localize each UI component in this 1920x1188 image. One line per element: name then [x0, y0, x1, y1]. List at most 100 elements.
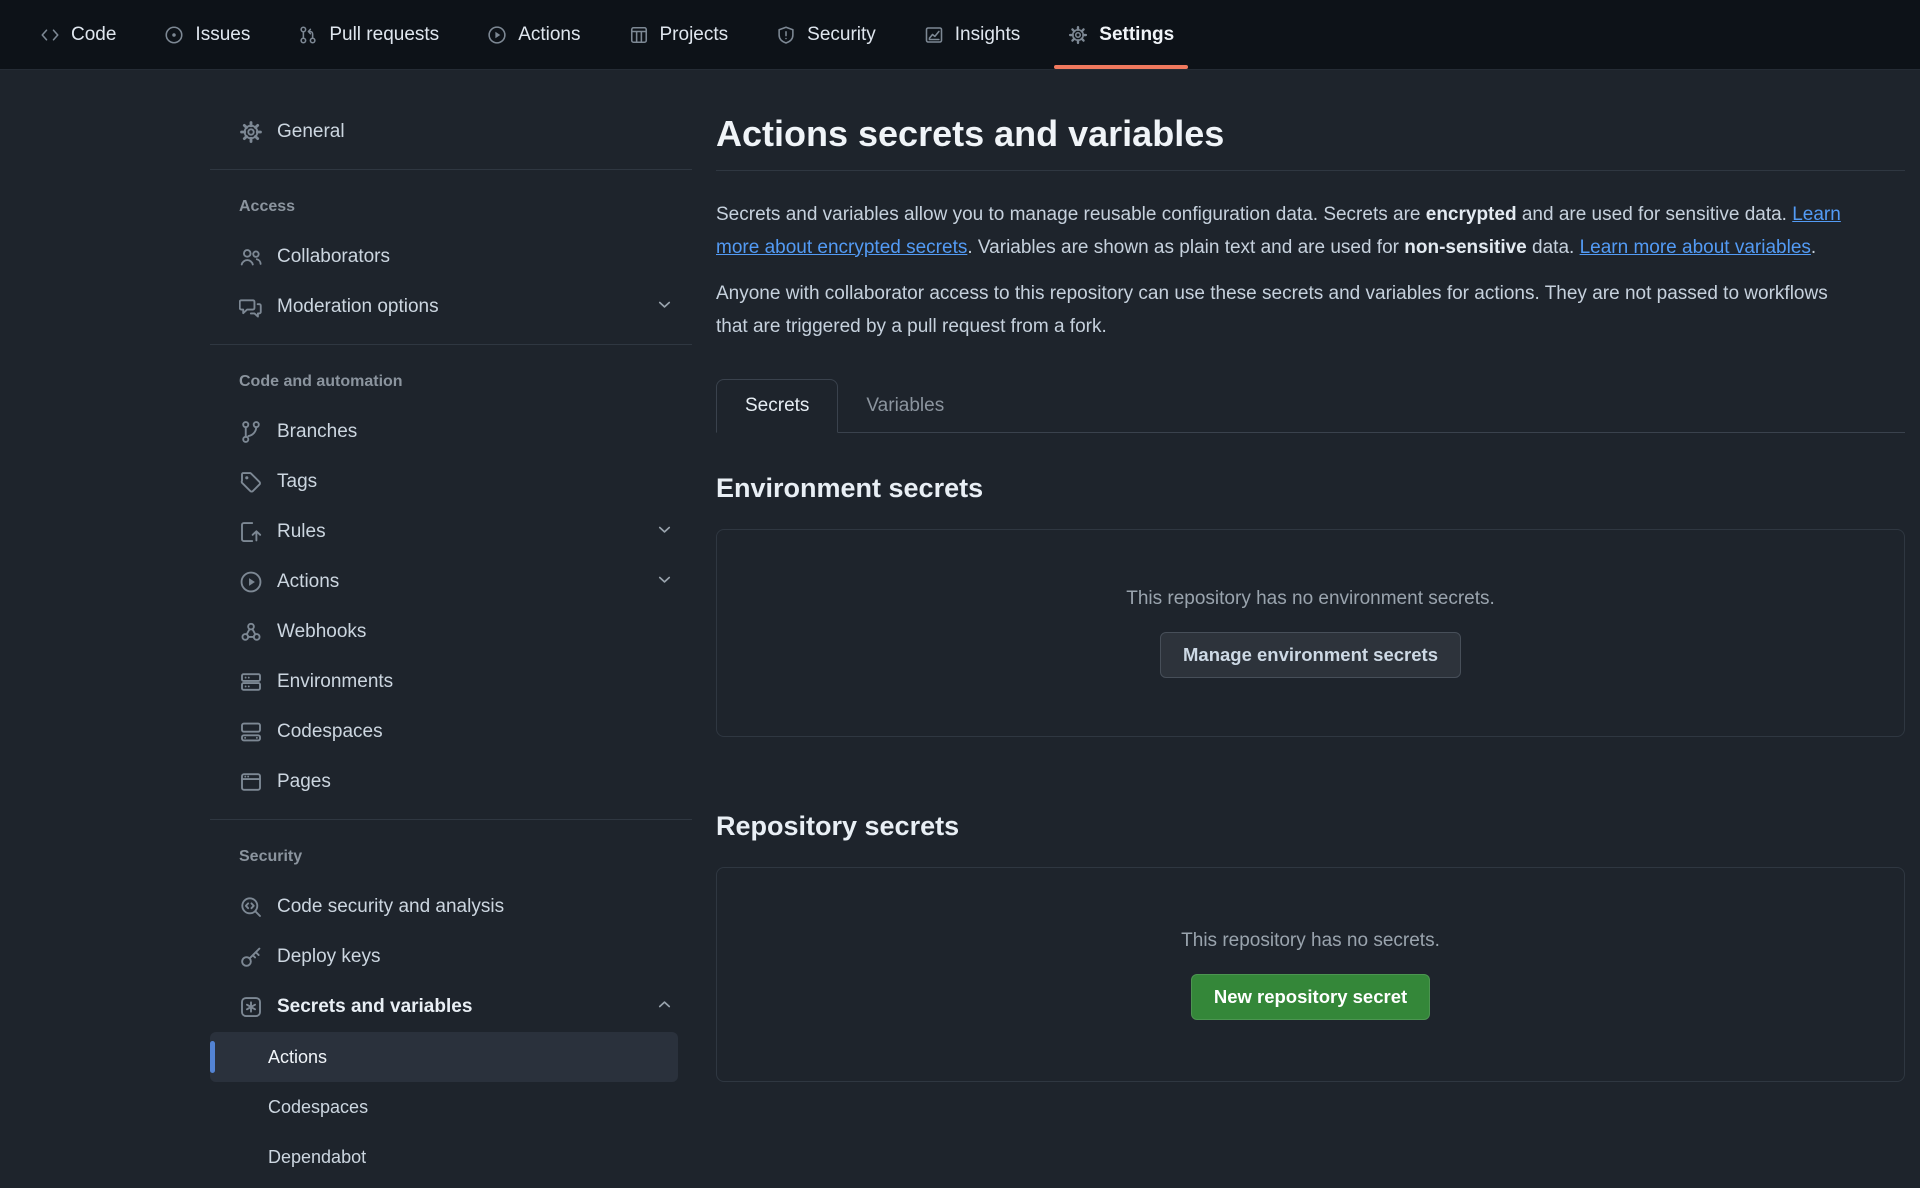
nav-item-label: Actions — [518, 24, 580, 46]
issue-opened-icon — [164, 25, 184, 45]
play-icon — [487, 25, 507, 45]
shield-icon — [776, 25, 796, 45]
sidebar-item-label: Codespaces — [277, 721, 692, 743]
new-repository-secret-button[interactable]: New repository secret — [1191, 974, 1430, 1020]
sidebar-subitem-label: Dependabot — [268, 1147, 366, 1168]
sidebar-item-general[interactable]: General — [210, 107, 692, 157]
sidebar-item-collaborators[interactable]: Collaborators — [210, 232, 692, 282]
sidebar-item-deploy-keys[interactable]: Deploy keys — [210, 932, 692, 982]
nav-item-insights[interactable]: Insights — [924, 0, 1020, 69]
settings-active-underline — [1054, 65, 1188, 69]
sidebar-item-codespaces[interactable]: Codespaces — [210, 707, 692, 757]
tag-icon — [239, 470, 263, 494]
environment-secrets-heading: Environment secrets — [716, 473, 1905, 503]
repo-top-navigation: Code Issues Pull requests Actions Projects Se… — [0, 0, 1920, 70]
graph-icon — [924, 25, 944, 45]
intro-text: Secrets and variables allow you to manag… — [716, 204, 1426, 225]
main-content: Actions secrets and variables Secrets an… — [716, 70, 1905, 1188]
gear-icon — [1068, 25, 1088, 45]
sidebar-item-pages[interactable]: Pages — [210, 757, 692, 807]
inline-link-learn-more-about-variables[interactable]: Learn more about variables — [1580, 237, 1811, 258]
repository-secrets-empty-text: This repository has no secrets. — [1181, 930, 1440, 952]
nav-item-pull-requests[interactable]: Pull requests — [298, 0, 439, 69]
tab-secrets[interactable]: Secrets — [716, 379, 838, 433]
intro-text: and are used for sensitive data. — [1517, 204, 1793, 225]
fork-note-paragraph: Anyone with collaborator access to this … — [716, 278, 1841, 343]
nav-item-label: Issues — [195, 24, 250, 46]
intro-text: . — [1811, 237, 1816, 258]
secrets-box-icon — [239, 995, 263, 1019]
sidebar-divider — [210, 344, 692, 345]
sidebar-item-label: Deploy keys — [277, 946, 692, 968]
nav-item-label: Pull requests — [329, 24, 439, 46]
bold-text: non-sensitive — [1404, 237, 1526, 258]
git-branch-icon — [239, 420, 263, 444]
browser-icon — [239, 770, 263, 794]
intro-text: data. — [1527, 237, 1580, 258]
chevron-down-icon — [655, 570, 674, 595]
sidebar-item-label: Collaborators — [277, 246, 692, 268]
environment-secrets-empty-text: This repository has no environment secre… — [1126, 588, 1495, 610]
gear-icon — [239, 120, 263, 144]
nav-item-label: Code — [71, 24, 116, 46]
active-item-indicator — [210, 1041, 215, 1073]
settings-page: General Access Collaborators Moderation opt… — [0, 70, 1920, 1188]
intro-paragraph: Secrets and variables allow you to manag… — [716, 199, 1841, 264]
sidebar-section-label-code-and-automation: Code and automation — [210, 357, 692, 407]
sidebar-item-label: Code security and analysis — [277, 896, 692, 918]
sidebar-item-actions[interactable]: Actions — [210, 557, 692, 607]
sidebar-item-secrets-and-variables[interactable]: Secrets and variables — [210, 982, 692, 1032]
rules-icon — [239, 520, 263, 544]
sidebar-item-label: Branches — [277, 421, 692, 443]
sidebar-item-label: Secrets and variables — [277, 996, 692, 1018]
sidebar-divider — [210, 819, 692, 820]
sidebar-section-label-security: Security — [210, 832, 692, 882]
sidebar-item-label: Actions — [277, 571, 692, 593]
sidebar-subitem-dependabot[interactable]: Dependabot — [210, 1132, 678, 1182]
sidebar-item-label: Moderation options — [277, 296, 692, 318]
environment-secrets-box: This repository has no environment secre… — [716, 529, 1905, 737]
chevron-down-icon — [655, 520, 674, 545]
comment-discussion-icon — [239, 295, 263, 319]
nav-item-label: Insights — [955, 24, 1020, 46]
intro-text: . Variables are shown as plain text and … — [967, 237, 1404, 258]
nav-item-label: Security — [807, 24, 876, 46]
tab-variables[interactable]: Variables — [838, 380, 972, 432]
nav-item-settings[interactable]: Settings — [1068, 0, 1174, 69]
sidebar-item-rules[interactable]: Rules — [210, 507, 692, 557]
secrets-variables-tabnav: Secrets Variables — [716, 379, 1905, 433]
sidebar-divider — [210, 169, 692, 170]
page-title: Actions secrets and variables — [716, 114, 1905, 171]
sidebar-item-code-security-and-analysis[interactable]: Code security and analysis — [210, 882, 692, 932]
nav-item-security[interactable]: Security — [776, 0, 876, 69]
nav-item-actions[interactable]: Actions — [487, 0, 580, 69]
sidebar-item-moderation-options[interactable]: Moderation options — [210, 282, 692, 332]
sidebar-item-branches[interactable]: Branches — [210, 407, 692, 457]
server-icon — [239, 670, 263, 694]
codescan-icon — [239, 895, 263, 919]
codespaces-icon — [239, 720, 263, 744]
nav-item-projects[interactable]: Projects — [629, 0, 729, 69]
sidebar-subitem-actions[interactable]: Actions — [210, 1032, 678, 1082]
sidebar-item-environments[interactable]: Environments — [210, 657, 692, 707]
sidebar-item-webhooks[interactable]: Webhooks — [210, 607, 692, 657]
play-icon — [239, 570, 263, 594]
project-icon — [629, 25, 649, 45]
people-icon — [239, 245, 263, 269]
nav-item-issues[interactable]: Issues — [164, 0, 250, 69]
sidebar-item-label: Pages — [277, 771, 692, 793]
manage-environment-secrets-button[interactable]: Manage environment secrets — [1160, 632, 1461, 678]
sidebar-subitem-codespaces[interactable]: Codespaces — [210, 1082, 678, 1132]
sidebar-item-tags[interactable]: Tags — [210, 457, 692, 507]
settings-sidebar: General Access Collaborators Moderation opt… — [210, 70, 692, 1188]
chevron-down-icon — [655, 295, 674, 320]
sidebar-item-label: Environments — [277, 671, 692, 693]
sidebar-item-label: Tags — [277, 471, 692, 493]
sidebar-subitem-label: Actions — [268, 1047, 327, 1068]
bold-text: encrypted — [1426, 204, 1517, 225]
key-icon — [239, 945, 263, 969]
sidebar-subitem-label: Codespaces — [268, 1097, 368, 1118]
sidebar-section-label-access: Access — [210, 182, 692, 232]
nav-item-code[interactable]: Code — [40, 0, 116, 69]
chevron-up-icon — [655, 995, 674, 1020]
